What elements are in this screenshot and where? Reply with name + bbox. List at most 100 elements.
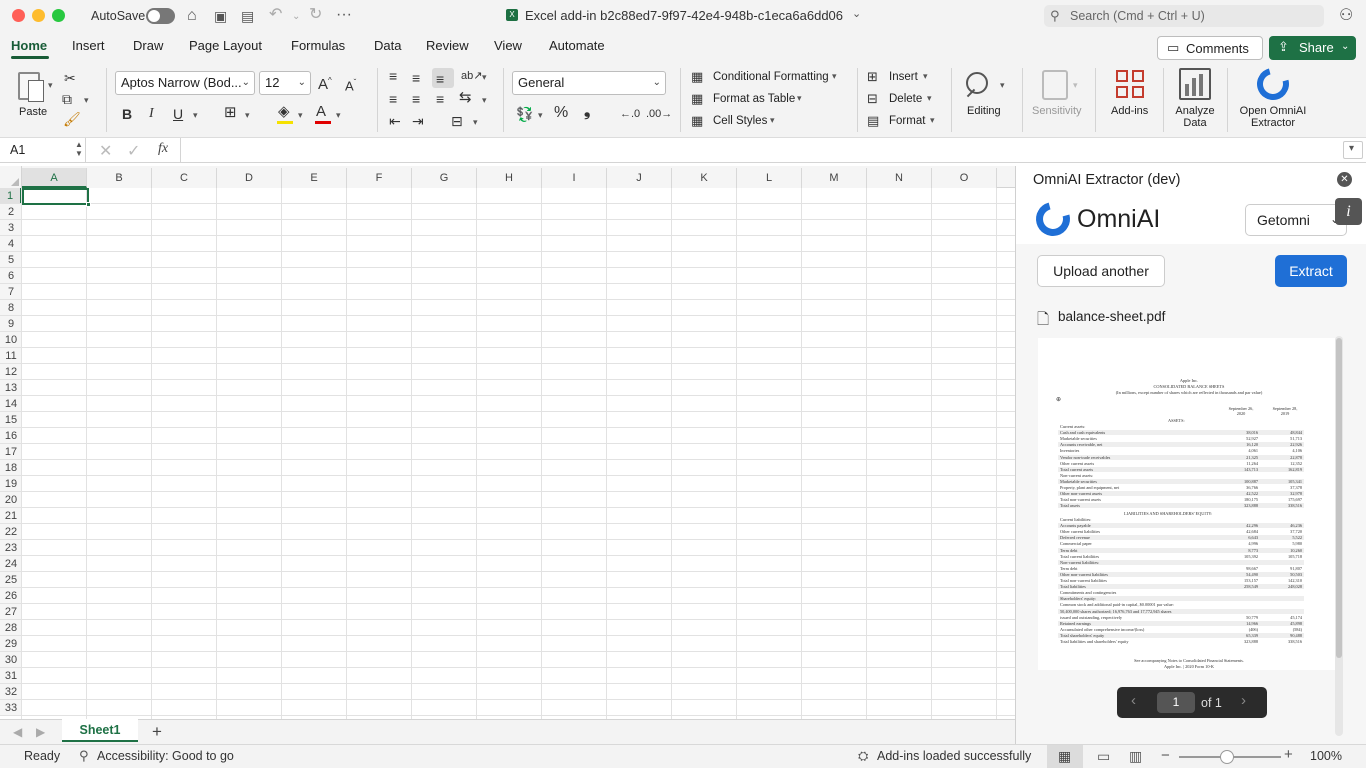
increase-font-icon[interactable]: A^ [318,74,332,92]
tab-data[interactable]: Data [374,38,401,53]
prev-page-icon[interactable]: ‹ [1131,692,1136,709]
tab-formulas[interactable]: Formulas [291,38,345,53]
row-header-30[interactable]: 30 [0,652,22,668]
row-header-15[interactable]: 15 [0,412,22,428]
tab-draw[interactable]: Draw [133,38,163,53]
sensitivity-label[interactable]: Sensitivity [1032,105,1082,117]
minimize-window-button[interactable] [32,9,45,22]
function-icon[interactable]: fx [158,141,168,157]
row-header-7[interactable]: 7 [0,284,22,300]
row-header-21[interactable]: 21 [0,508,22,524]
zoom-in-icon[interactable]: + [1284,746,1293,763]
name-box[interactable]: A1 ▲ ▼ [0,138,86,162]
next-sheet-icon[interactable]: ▶ [36,725,45,739]
column-header-m[interactable]: M [802,168,867,188]
formula-input[interactable] [182,140,1342,160]
comments-button[interactable]: ▭ Comments [1157,36,1263,60]
insert-button[interactable]: Insert [889,70,918,84]
font-size-dropdown[interactable]: 12 ⌄ [259,71,311,95]
title-chevron-icon[interactable]: ⌄ [852,7,861,20]
column-header-g[interactable]: G [412,168,477,188]
row-header-24[interactable]: 24 [0,556,22,572]
editing-search-icon[interactable] [964,70,994,100]
paste-chevron-icon[interactable]: ▾ [48,80,53,91]
sensitivity-chevron-icon[interactable]: ▾ [1073,80,1078,91]
row-header-20[interactable]: 20 [0,492,22,508]
align-middle-icon[interactable]: ≡ [412,71,420,85]
tab-review[interactable]: Review [426,38,469,53]
column-header-l[interactable]: L [737,168,802,188]
underline-icon[interactable]: U [173,107,183,121]
row-header-6[interactable]: 6 [0,268,22,284]
sensitivity-icon[interactable] [1042,70,1068,100]
undo-icon[interactable]: ↶ [269,7,282,23]
column-header-h[interactable]: H [477,168,542,188]
confirm-entry-icon[interactable]: ✓ [127,141,140,161]
column-header-a[interactable]: A [22,168,87,188]
select-all-button[interactable] [0,166,22,188]
add-sheet-icon[interactable]: + [152,722,162,742]
row-header-29[interactable]: 29 [0,636,22,652]
info-icon[interactable]: i [1335,198,1362,225]
number-format-dropdown[interactable]: General ⌄ [512,71,666,95]
font-color-chevron-icon[interactable]: ▾ [336,110,341,121]
page-break-view-icon[interactable]: ▥ [1129,748,1142,765]
borders-chevron-icon[interactable]: ▾ [245,110,250,121]
row-header-27[interactable]: 27 [0,604,22,620]
share-button[interactable]: ⇪ Share ⌄ [1269,36,1356,60]
tab-view[interactable]: View [494,38,522,53]
wrap-chevron-icon[interactable]: ▾ [482,95,487,106]
align-top-icon[interactable]: ≡ [389,69,397,83]
column-header-d[interactable]: D [217,168,282,188]
row-header-32[interactable]: 32 [0,684,22,700]
wrap-text-icon[interactable]: ⇆ [459,90,472,105]
format-painter-icon[interactable]: 🖌 [63,112,81,126]
underline-chevron-icon[interactable]: ▾ [193,110,198,121]
conditional-formatting-chevron-icon[interactable]: ▾ [832,71,837,82]
merge-center-icon[interactable]: ⊟ [451,114,463,128]
open-omniai-label-2[interactable]: Extractor [1236,117,1310,129]
delete-chevron-icon[interactable]: ▾ [927,93,932,104]
tab-home[interactable]: Home [11,38,47,53]
row-header-17[interactable]: 17 [0,444,22,460]
editing-label[interactable]: Editing [967,105,1001,117]
editing-chevron-icon[interactable]: ▾ [1000,80,1005,91]
more-commands-icon[interactable]: ··· [336,7,352,23]
cancel-entry-icon[interactable]: ✕ [99,141,112,161]
row-header-28[interactable]: 28 [0,620,22,636]
merge-chevron-icon[interactable]: ▾ [473,117,478,128]
column-header-n[interactable]: N [867,168,932,188]
save-as-icon[interactable]: ▤ [241,8,254,24]
analyze-data-label-2[interactable]: Data [1172,117,1218,129]
zoom-window-button[interactable] [52,9,65,22]
cell-styles-button[interactable]: Cell Styles [713,114,767,128]
autosave-toggle[interactable] [146,8,175,24]
column-header-i[interactable]: I [542,168,607,188]
insert-chevron-icon[interactable]: ▾ [923,71,928,82]
format-chevron-icon[interactable]: ▾ [930,115,935,126]
addins-icon[interactable] [1116,70,1145,99]
row-header-4[interactable]: 4 [0,236,22,252]
tab-insert[interactable]: Insert [72,38,105,53]
home-icon[interactable]: ⌂ [187,8,197,24]
analyze-data-label-1[interactable]: Analyze [1172,105,1218,117]
normal-view-button[interactable]: ▦ [1047,745,1083,768]
page-number-input[interactable]: 1 [1157,692,1195,713]
increase-decimal-icon[interactable]: ←.0 [620,107,640,121]
expand-formula-button[interactable]: ▾ [1343,141,1363,159]
font-color-icon[interactable]: A [316,104,326,119]
decrease-decimal-icon[interactable]: .00→ [646,107,672,121]
row-header-19[interactable]: 19 [0,476,22,492]
borders-icon[interactable]: ⊞ [224,105,237,120]
workspace-dropdown[interactable]: Getomni ⌄ [1245,204,1347,236]
row-header-22[interactable]: 22 [0,524,22,540]
font-name-dropdown[interactable]: Aptos Narrow (Bod... ⌄ [115,71,255,95]
conditional-formatting-button[interactable]: Conditional Formatting [713,70,829,84]
orientation-icon[interactable]: ab↗ [461,69,482,83]
delete-button[interactable]: Delete [889,92,922,106]
italic-icon[interactable]: I [149,107,154,121]
spreadsheet-grid[interactable]: ABCDEFGHIJKLMNO 1 2 3 4 5 6 7 8 9 10 11 12 13 14 15 16 1… [0,166,1015,719]
row-header-33[interactable]: 33 [0,700,22,716]
row-header-14[interactable]: 14 [0,396,22,412]
row-header-23[interactable]: 23 [0,540,22,556]
